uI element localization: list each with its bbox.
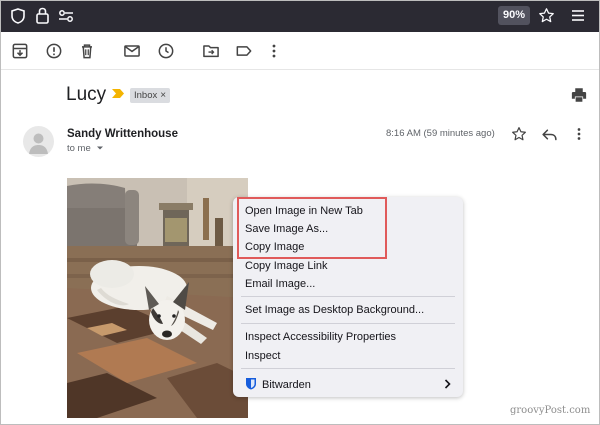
shield-icon[interactable] — [11, 8, 25, 24]
star-icon[interactable] — [538, 7, 555, 24]
zoom-level-badge[interactable]: 90% — [498, 6, 530, 25]
bitwarden-icon — [246, 378, 256, 390]
move-to-icon[interactable] — [201, 41, 221, 61]
menu-separator — [241, 323, 455, 324]
report-spam-icon[interactable] — [44, 41, 64, 61]
menu-item-copy-image-link[interactable]: Copy Image Link — [245, 260, 328, 272]
star-icon[interactable] — [511, 126, 527, 142]
recipient-text: to me — [67, 143, 91, 154]
label-chip-text: Inbox — [134, 90, 158, 101]
menu-separator — [241, 368, 455, 369]
inbox-label-chip: Inbox × — [130, 88, 171, 103]
email-timestamp: 8:16 AM (59 minutes ago) — [386, 128, 495, 139]
menu-item-inspect[interactable]: Inspect — [245, 350, 280, 362]
chevron-right-icon — [444, 379, 451, 389]
message-toolbar — [0, 32, 600, 70]
importance-marker-icon[interactable] — [111, 88, 125, 99]
delete-icon[interactable] — [77, 41, 97, 61]
more-vert-icon[interactable] — [572, 125, 586, 143]
lock-icon[interactable] — [36, 7, 49, 24]
more-vert-icon[interactable] — [264, 41, 284, 61]
menu-separator — [241, 296, 455, 297]
browser-toolbar: 90% — [0, 0, 600, 32]
label-icon[interactable] — [234, 41, 254, 61]
highlight-annotation-box — [237, 197, 387, 259]
snooze-icon[interactable] — [156, 41, 176, 61]
attached-dog-photo[interactable] — [67, 178, 248, 418]
avatar[interactable] — [23, 126, 54, 157]
print-icon[interactable] — [570, 86, 588, 104]
mark-unread-icon[interactable] — [122, 41, 142, 61]
hamburger-menu-icon[interactable] — [571, 9, 585, 22]
remove-label-icon[interactable]: × — [160, 90, 166, 101]
menu-item-set-desktop-background[interactable]: Set Image as Desktop Background... — [245, 304, 424, 316]
email-subject: Lucy — [66, 84, 107, 105]
sender-name[interactable]: Sandy Writtenhouse — [67, 128, 178, 140]
reply-icon[interactable] — [541, 127, 558, 142]
dog-photo-image — [67, 178, 248, 418]
archive-icon[interactable] — [10, 41, 30, 61]
menu-item-email-image[interactable]: Email Image... — [245, 278, 315, 290]
menu-item-inspect-accessibility[interactable]: Inspect Accessibility Properties — [245, 331, 396, 343]
watermark: groovyPost.com — [510, 405, 591, 416]
permissions-icon[interactable] — [58, 9, 74, 23]
recipient-details[interactable]: to me — [67, 143, 104, 154]
chevron-down-icon — [97, 146, 104, 150]
bitwarden-label: Bitwarden — [262, 379, 311, 391]
person-icon — [29, 133, 48, 154]
menu-item-bitwarden[interactable]: Bitwarden — [245, 377, 311, 391]
